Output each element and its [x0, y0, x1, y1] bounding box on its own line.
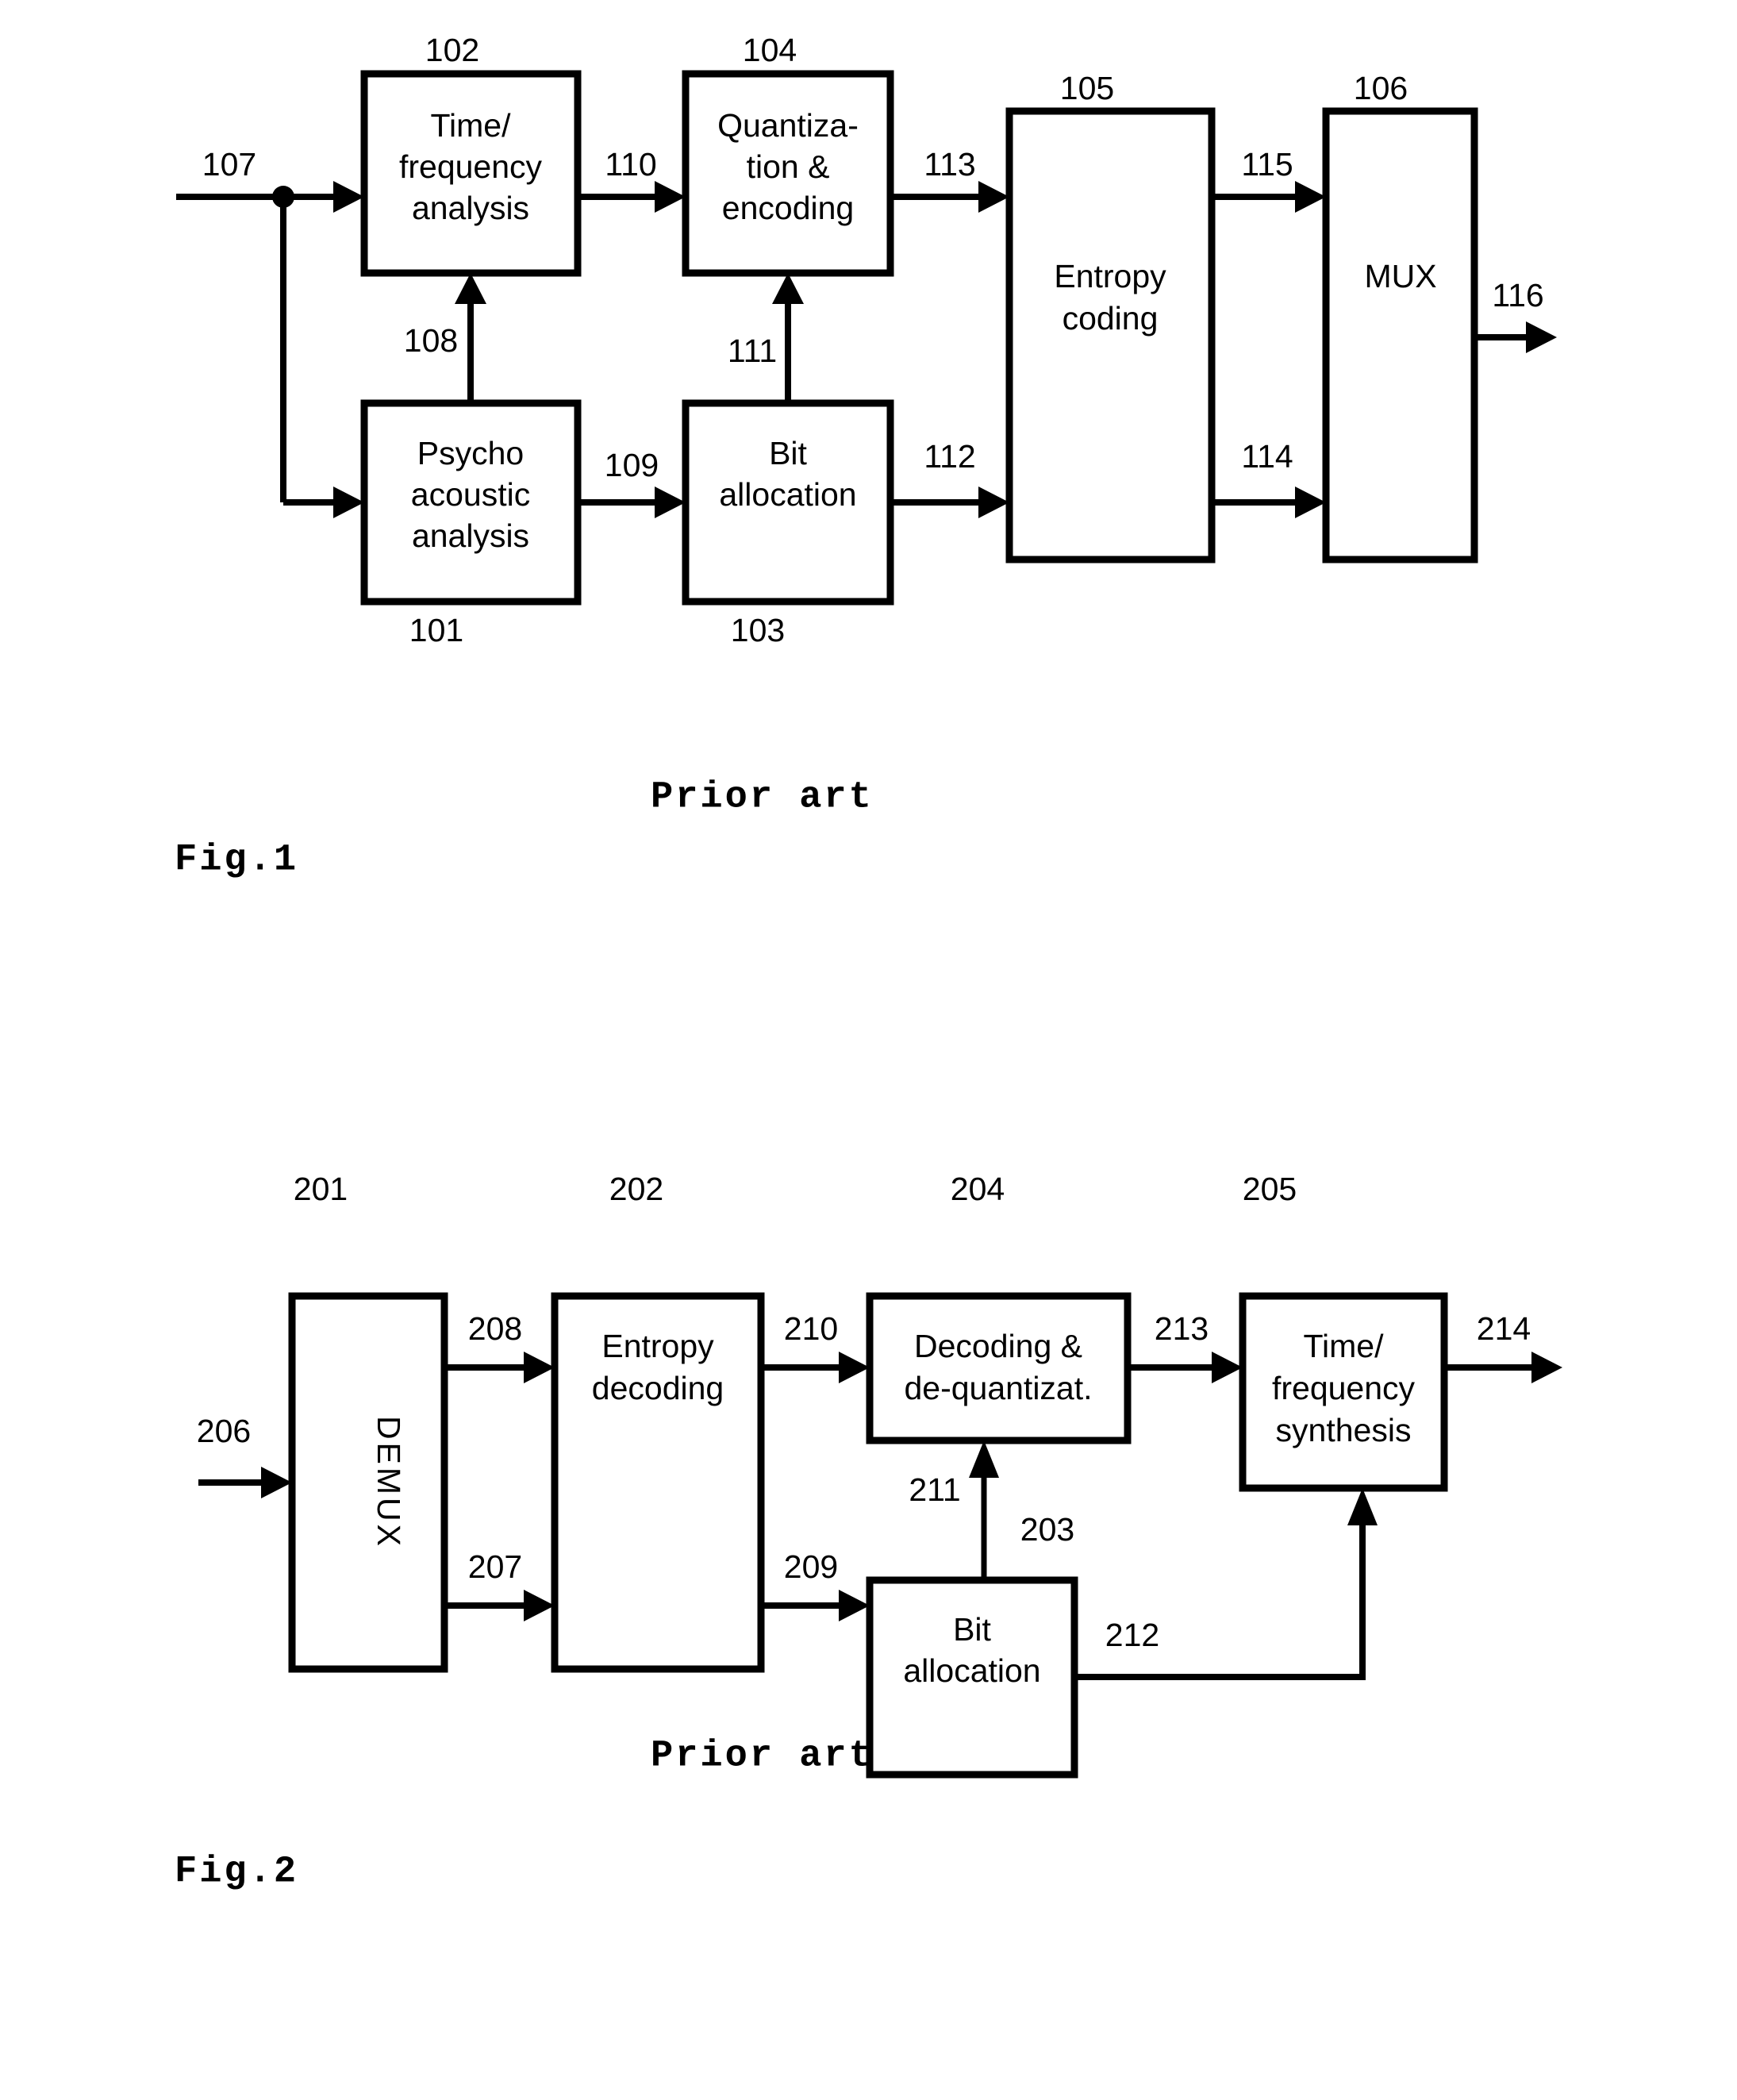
fig1-ref-104: 104 — [743, 32, 797, 68]
fig1-block-104-label-line-2: tion & — [747, 148, 830, 185]
fig1-prior-art-label: Prior art — [651, 776, 874, 818]
fig2-block-205-label-line-1: Time/ — [1304, 1328, 1385, 1364]
fig2-block-204-decoding-dequantization — [866, 1292, 1132, 1444]
fig2-ref-206: 206 — [197, 1413, 251, 1449]
fig1-block-104-label-line-1: Quantiza- — [717, 107, 859, 144]
fig1-block-101-label-line-2: acoustic — [411, 476, 530, 513]
fig1-ref-114: 114 — [1241, 438, 1293, 475]
fig1-ref-109: 109 — [605, 447, 659, 483]
fig1-block-101-label-line-3: analysis — [412, 517, 529, 554]
fig1-ref-101: 101 — [409, 612, 463, 648]
fig1-ref-102: 102 — [425, 32, 479, 68]
fig1-block-103-label-line-2: allocation — [719, 476, 856, 513]
fig1-arrowhead-112 — [978, 487, 1009, 518]
fig2-block-201-demux — [288, 1292, 448, 1673]
fig1-arrowhead-108 — [455, 273, 486, 304]
fig2-ref-212: 212 — [1105, 1617, 1159, 1653]
fig1-arrowhead-111 — [772, 273, 804, 304]
fig1-arrowhead-107-to-101 — [333, 487, 364, 518]
fig2-ref-204: 204 — [951, 1171, 1005, 1207]
fig1-ref-107: 107 — [202, 146, 256, 183]
fig1-arrowhead-116 — [1526, 321, 1557, 353]
fig1-ref-115: 115 — [1241, 146, 1293, 183]
fig2-ref-202: 202 — [609, 1171, 663, 1207]
patent-figures-canvas: Time/ frequency analysis 102 Quantiza- t… — [175, 32, 1562, 1893]
fig2-arrowhead-207 — [524, 1590, 555, 1621]
fig2-arrowhead-211 — [969, 1440, 999, 1478]
fig2-ref-210: 210 — [784, 1310, 838, 1347]
fig2-arrowhead-209 — [839, 1590, 870, 1621]
fig2-arrowhead-214 — [1531, 1352, 1562, 1383]
fig1-block-104-label-line-3: encoding — [722, 190, 854, 226]
fig2-ref-201: 201 — [294, 1171, 348, 1207]
fig1-arrowhead-113 — [978, 181, 1009, 213]
fig1-ref-108: 108 — [404, 322, 458, 359]
fig1-block-102-label-line-3: analysis — [412, 190, 529, 226]
fig1-arrowhead-110 — [655, 181, 686, 213]
fig1-ref-106: 106 — [1354, 70, 1408, 106]
fig2-block-205-label-line-3: synthesis — [1276, 1412, 1412, 1448]
fig1-ref-105: 105 — [1060, 70, 1114, 106]
fig2-arrowhead-210 — [839, 1352, 870, 1383]
fig2-block-204-label-line-1: Decoding & — [914, 1328, 1082, 1364]
figure-1-group: Time/ frequency analysis 102 Quantiza- t… — [175, 32, 1557, 881]
fig1-block-103-label-line-1: Bit — [769, 435, 807, 471]
fig2-prior-art-label: Prior art — [651, 1735, 874, 1777]
fig1-block-101-label-line-1: Psycho — [417, 435, 524, 471]
fig1-ref-110: 110 — [605, 146, 656, 183]
fig1-block-106-mux — [1322, 107, 1478, 563]
fig2-arrowhead-208 — [524, 1352, 555, 1383]
fig2-block-202-label-line-1: Entropy — [601, 1328, 714, 1364]
fig2-block-204-label-line-2: de-quantizat. — [904, 1370, 1092, 1406]
fig2-caption: Fig.2 — [175, 1851, 298, 1893]
fig2-ref-208: 208 — [468, 1310, 522, 1347]
fig2-ref-211: 211 — [909, 1471, 960, 1508]
fig1-block-105-label-line-1: Entropy — [1054, 258, 1166, 294]
fig2-ref-209: 209 — [784, 1548, 838, 1585]
fig1-ref-116: 116 — [1492, 277, 1543, 313]
fig1-arrowhead-109 — [655, 487, 686, 518]
fig2-ref-213: 213 — [1155, 1310, 1209, 1347]
fig2-block-203-label-line-2: allocation — [903, 1652, 1040, 1689]
fig2-ref-207: 207 — [468, 1548, 522, 1585]
fig2-block-202-label-line-2: decoding — [592, 1370, 724, 1406]
figure-2-group: DEMUX 201 Entropy decoding 202 Decoding … — [175, 1171, 1562, 1893]
fig2-arrowhead-213 — [1212, 1352, 1243, 1383]
fig2-arrowhead-206 — [261, 1467, 292, 1498]
fig2-ref-205: 205 — [1243, 1171, 1297, 1207]
fig1-block-106-label: MUX — [1364, 258, 1436, 294]
fig2-block-201-label: DEMUX — [371, 1416, 407, 1549]
fig1-arrowhead-107-to-102 — [333, 181, 364, 213]
fig1-ref-103: 103 — [731, 612, 785, 648]
fig2-arrowhead-212 — [1347, 1488, 1378, 1525]
fig2-ref-214: 214 — [1477, 1310, 1531, 1347]
fig1-block-102-label-line-2: frequency — [399, 148, 543, 185]
fig1-block-105-label-line-2: coding — [1063, 300, 1159, 337]
fig1-arrowhead-115 — [1295, 181, 1326, 213]
fig2-block-205-label-line-2: frequency — [1272, 1370, 1416, 1406]
fig1-ref-113: 113 — [924, 146, 975, 183]
fig2-ref-203: 203 — [1020, 1511, 1074, 1548]
fig1-caption: Fig.1 — [175, 839, 298, 881]
fig1-ref-111: 111 — [728, 333, 777, 369]
fig1-block-102-label-line-1: Time/ — [431, 107, 512, 144]
fig1-ref-112: 112 — [924, 438, 975, 475]
fig1-arrowhead-114 — [1295, 487, 1326, 518]
fig2-block-203-label-line-1: Bit — [953, 1611, 991, 1648]
